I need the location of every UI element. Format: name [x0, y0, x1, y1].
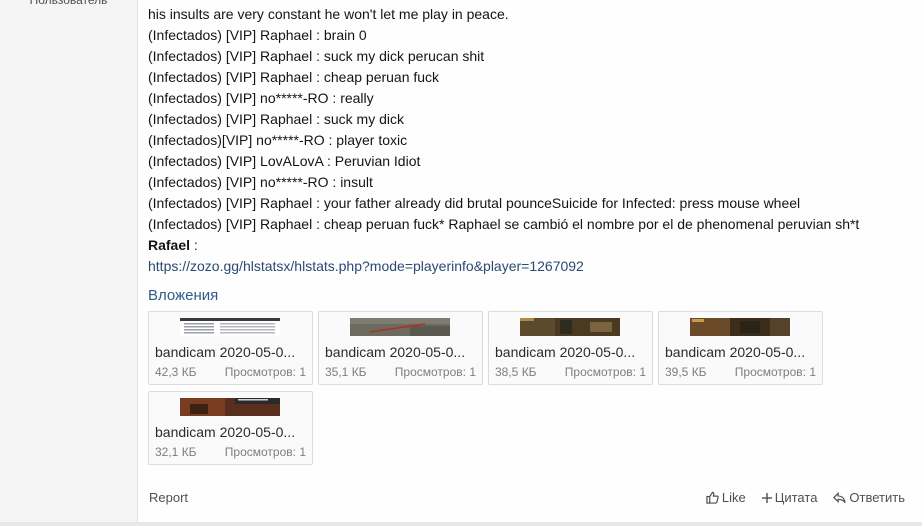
attachment-item[interactable]: bandicam 2020-05-0... 42,3 КБ Просмотров…: [148, 311, 313, 385]
user-sidebar: Пользователь: [0, 0, 138, 526]
post-body: his insults are very constant he won't l…: [148, 4, 912, 277]
attachment-name[interactable]: bandicam 2020-05-0...: [495, 344, 647, 360]
rafael-separator: :: [190, 237, 198, 253]
reply-arrow-icon: [833, 491, 847, 504]
attachment-size: 35,1 КБ: [325, 365, 367, 379]
post-line: (Infectados) [VIP] Raphael : brain 0: [148, 27, 367, 43]
attachment-thumbnail[interactable]: [180, 398, 280, 416]
post-line: (Infectados) [VIP] no*****-RO : insult: [148, 174, 373, 190]
attachments-title: Вложения: [148, 287, 219, 304]
post-line: (Infectados) [VIP] Raphael : cheap perua…: [148, 69, 440, 85]
attachment-item[interactable]: bandicam 2020-05-0... 32,1 КБ Просмотров…: [148, 391, 313, 465]
post-line: (Infectados) [VIP] Raphael : cheap perua…: [148, 216, 860, 232]
post-line: (Infectados) [VIP] Raphael : suck my dic…: [148, 48, 485, 64]
attachment-size: 32,1 КБ: [155, 445, 197, 459]
attachment-thumbnail[interactable]: [690, 318, 790, 336]
reply-button[interactable]: Ответить: [833, 490, 905, 505]
attachment-item[interactable]: bandicam 2020-05-0... 39,5 КБ Просмотров…: [658, 311, 823, 385]
post-line: (Infectados) [VIP] no*****-RO : really: [148, 90, 374, 106]
post-bottom-divider: [0, 522, 922, 526]
attachment-size: 42,3 КБ: [155, 365, 197, 379]
attachment-thumbnail[interactable]: [520, 318, 620, 336]
report-link[interactable]: Report: [149, 490, 188, 505]
thumbs-up-icon: [706, 491, 719, 504]
post-line: (Infectados) [VIP] LovALovA : Peruvian I…: [148, 153, 421, 169]
quote-label: Цитата: [774, 490, 818, 505]
post-line: (Infectados)[VIP] no*****-RO : player to…: [148, 132, 408, 148]
attachment-item[interactable]: bandicam 2020-05-0... 38,5 КБ Просмотров…: [488, 311, 653, 385]
rafael-name: Rafael: [148, 237, 191, 253]
user-role-label: Пользователь: [29, 0, 108, 7]
post-actions: Like Цитата Ответить: [706, 490, 905, 505]
attachment-name[interactable]: bandicam 2020-05-0...: [325, 344, 477, 360]
attachment-views: Просмотров: 1: [394, 365, 476, 379]
attachment-name[interactable]: bandicam 2020-05-0...: [155, 424, 307, 440]
like-label: Like: [721, 490, 746, 505]
attachment-size: 38,5 КБ: [495, 365, 537, 379]
attachment-thumbnail[interactable]: [350, 318, 450, 336]
reply-label: Ответить: [849, 490, 905, 505]
post-line: his insults are very constant he won't l…: [148, 6, 509, 22]
attachment-views: Просмотров: 1: [224, 445, 306, 459]
attachment-thumbnail[interactable]: [180, 318, 280, 336]
hlstats-link[interactable]: https://zozo.gg/hlstatsx/hlstats.php?mod…: [148, 256, 912, 277]
attachment-size: 39,5 КБ: [665, 365, 707, 379]
attachment-name[interactable]: bandicam 2020-05-0...: [155, 344, 307, 360]
post-line: (Infectados) [VIP] Raphael : suck my dic…: [148, 111, 404, 127]
attachment-name[interactable]: bandicam 2020-05-0...: [665, 344, 817, 360]
post-line: (Infectados) [VIP] Raphael : your father…: [148, 195, 801, 211]
quote-button[interactable]: Цитата: [761, 490, 818, 505]
attachment-views: Просмотров: 1: [224, 365, 306, 379]
like-button[interactable]: Like: [706, 490, 746, 505]
attachment-views: Просмотров: 1: [564, 365, 646, 379]
attachment-views: Просмотров: 1: [734, 365, 816, 379]
plus-icon: [761, 492, 772, 503]
attachment-item[interactable]: bandicam 2020-05-0... 35,1 КБ Просмотров…: [318, 311, 483, 385]
rafael-line: Rafael :: [148, 235, 912, 256]
